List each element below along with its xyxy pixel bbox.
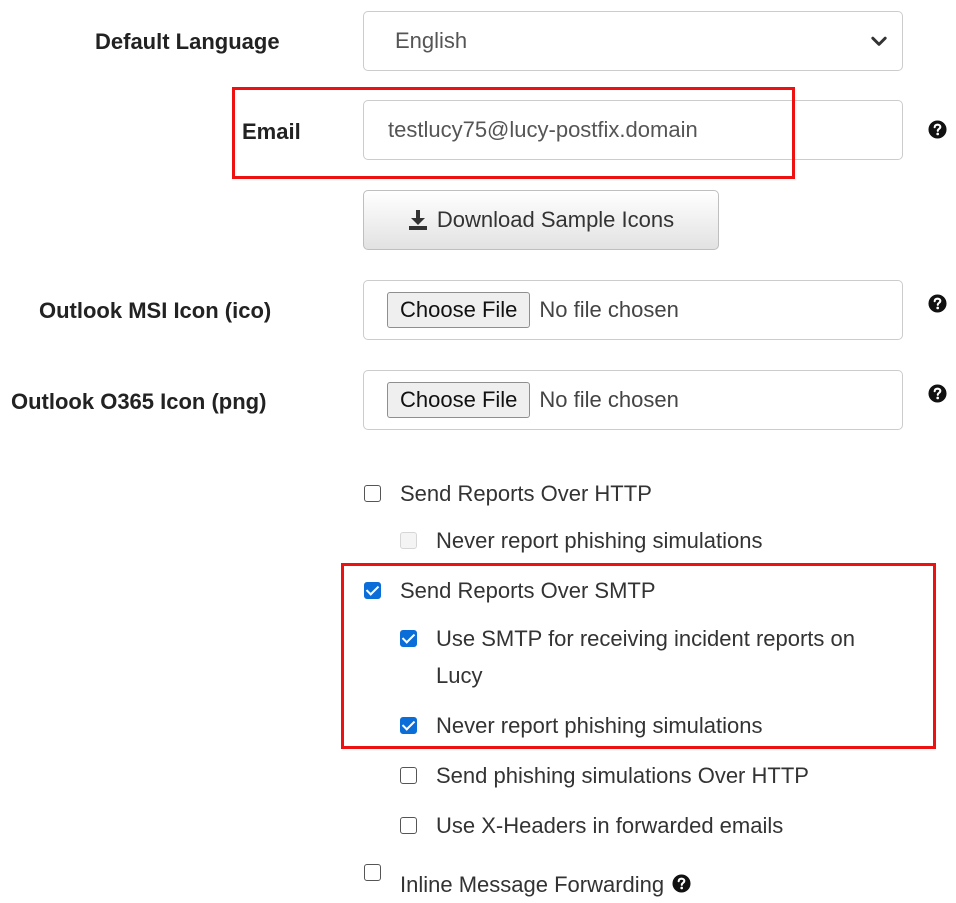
default-language-select[interactable]: English	[363, 11, 903, 71]
inline-forwarding-checkbox[interactable]	[364, 864, 381, 881]
outlook-msi-icon-label: Outlook MSI Icon (ico)	[39, 298, 272, 323]
download-button-label: Download Sample Icons	[436, 207, 675, 232]
inline-forwarding-option[interactable]: Inline Message Forwarding	[364, 864, 691, 903]
send-simulations-http-option[interactable]: Send phishing simulations Over HTTP	[400, 762, 809, 794]
choose-file-button[interactable]: Choose File	[387, 382, 531, 418]
o365-help-icon[interactable]	[928, 384, 947, 403]
http-never-report-label: Never report phishing simulations	[436, 528, 763, 553]
send-reports-http-option[interactable]: Send Reports Over HTTP	[364, 480, 652, 512]
email-help-icon[interactable]	[928, 120, 947, 139]
choose-file-button[interactable]: Choose File	[387, 292, 531, 328]
inline-forwarding-help-icon[interactable]	[672, 874, 691, 893]
outlook-msi-icon-file-input[interactable]: Choose File No file chosen	[363, 280, 903, 340]
chevron-down-icon	[871, 36, 887, 46]
send-simulations-http-checkbox[interactable]	[400, 767, 417, 784]
download-sample-icons-button[interactable]: Download Sample Icons	[363, 190, 719, 250]
outlook-o365-icon-label: Outlook O365 Icon (png)	[11, 389, 267, 414]
default-language-value: English	[395, 28, 468, 53]
send-reports-http-checkbox[interactable]	[364, 485, 381, 502]
send-simulations-http-label: Send phishing simulations Over HTTP	[436, 763, 809, 788]
x-headers-checkbox[interactable]	[400, 817, 417, 834]
http-never-report-checkbox[interactable]	[400, 532, 417, 549]
file-status: No file chosen	[539, 297, 679, 322]
http-never-report-option[interactable]: Never report phishing simulations	[400, 527, 763, 559]
msi-help-icon[interactable]	[928, 294, 947, 313]
file-status: No file chosen	[539, 387, 679, 412]
outlook-o365-icon-file-input[interactable]: Choose File No file chosen	[363, 370, 903, 430]
email-highlight-box	[232, 87, 795, 179]
smtp-highlight-box	[341, 563, 936, 749]
default-language-label: Default Language	[95, 29, 280, 54]
send-reports-http-label: Send Reports Over HTTP	[400, 481, 652, 506]
inline-forwarding-label: Inline Message Forwarding	[400, 872, 665, 897]
download-icon	[408, 210, 427, 230]
x-headers-label: Use X-Headers in forwarded emails	[436, 813, 784, 838]
x-headers-option[interactable]: Use X-Headers in forwarded emails	[400, 812, 783, 844]
